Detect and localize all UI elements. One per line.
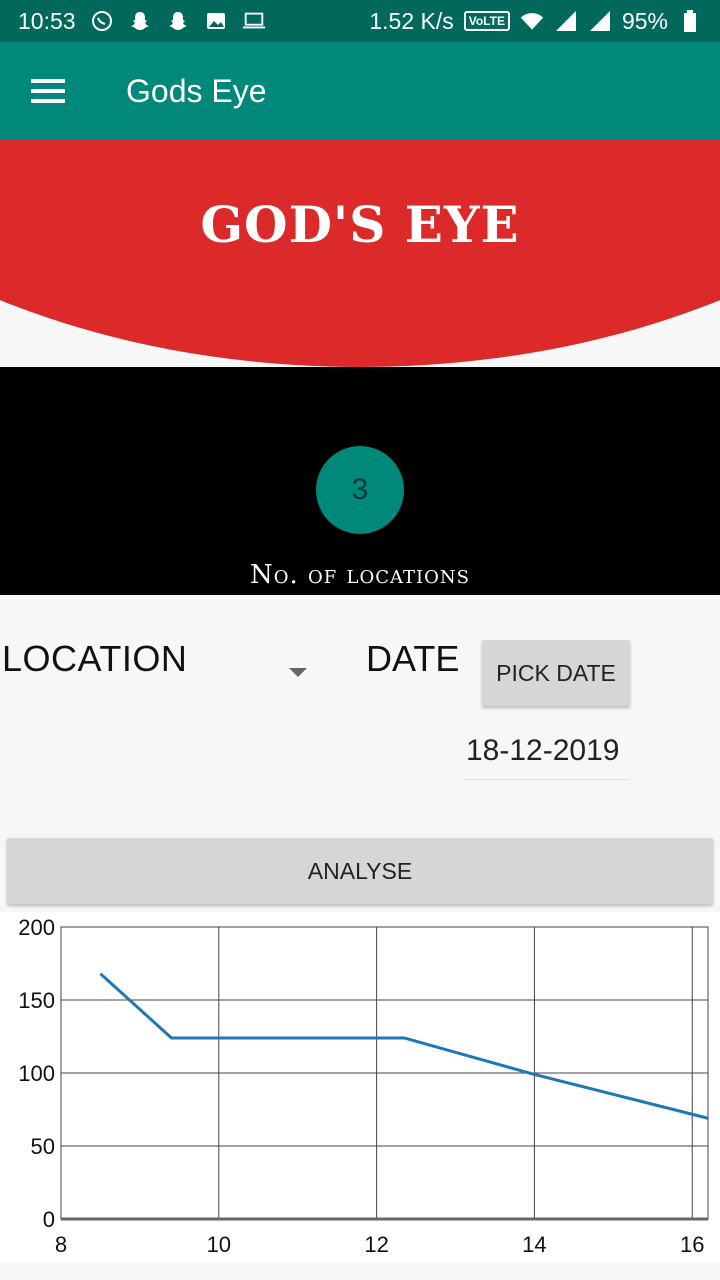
y-tick-label: 200 [18,915,55,940]
line-chart-svg: 8 10 12 14 16 0 50 100 150 200 [18,915,709,1257]
x-tick-label: 14 [522,1232,546,1257]
date-label: DATE [366,638,460,679]
snapchat-icon-2 [166,9,190,33]
locations-count-badge: 3 [316,446,404,534]
status-time: 10:53 [18,7,76,34]
date-field[interactable]: 18-12-2019 [464,734,630,780]
signal-roaming-icon [588,9,612,33]
whatsapp-icon [90,9,114,33]
banner-title: GOD'S EYE [200,195,520,254]
x-tick-label: 8 [55,1232,67,1257]
status-left: 10:53 [18,8,266,35]
battery-icon [678,9,702,33]
location-label: LOCATION [2,638,188,679]
status-bar: 10:53 1.52 K/s VoLTE 95% [0,0,720,42]
y-tick-label: 150 [18,988,55,1013]
locations-count-label: No. of locations [250,560,470,590]
x-tick-label: 12 [364,1232,388,1257]
hamburger-menu-icon[interactable] [0,42,96,140]
x-tick-label: 16 [680,1232,704,1257]
signal-icon [554,9,578,33]
app-title: Gods Eye [126,72,267,109]
status-right: 1.52 K/s VoLTE 95% [369,8,702,35]
volte-badge: VoLTE [463,11,510,31]
battery-percent: 95% [621,7,668,34]
chevron-down-icon [289,667,307,677]
header-banner: GOD'S EYE [0,140,720,367]
gallery-icon [204,9,228,33]
x-tick-label: 10 [207,1232,231,1257]
app-bar: Gods Eye [0,42,720,140]
y-tick-label: 0 [43,1207,55,1232]
laptop-icon [242,9,266,33]
analyse-button[interactable]: ANALYSE [7,838,713,904]
line-chart: 8 10 12 14 16 0 50 100 150 200 [0,912,720,1262]
y-tick-label: 100 [18,1061,55,1086]
wifi-icon [520,9,544,33]
snapchat-icon [128,9,152,33]
pick-date-button[interactable]: PICK DATE [482,640,630,706]
network-speed: 1.52 K/s [369,7,454,34]
location-dropdown[interactable] [272,650,324,694]
y-tick-label: 50 [31,1134,55,1159]
locations-count-panel: 3 No. of locations [0,367,720,595]
series-line [99,972,709,1120]
